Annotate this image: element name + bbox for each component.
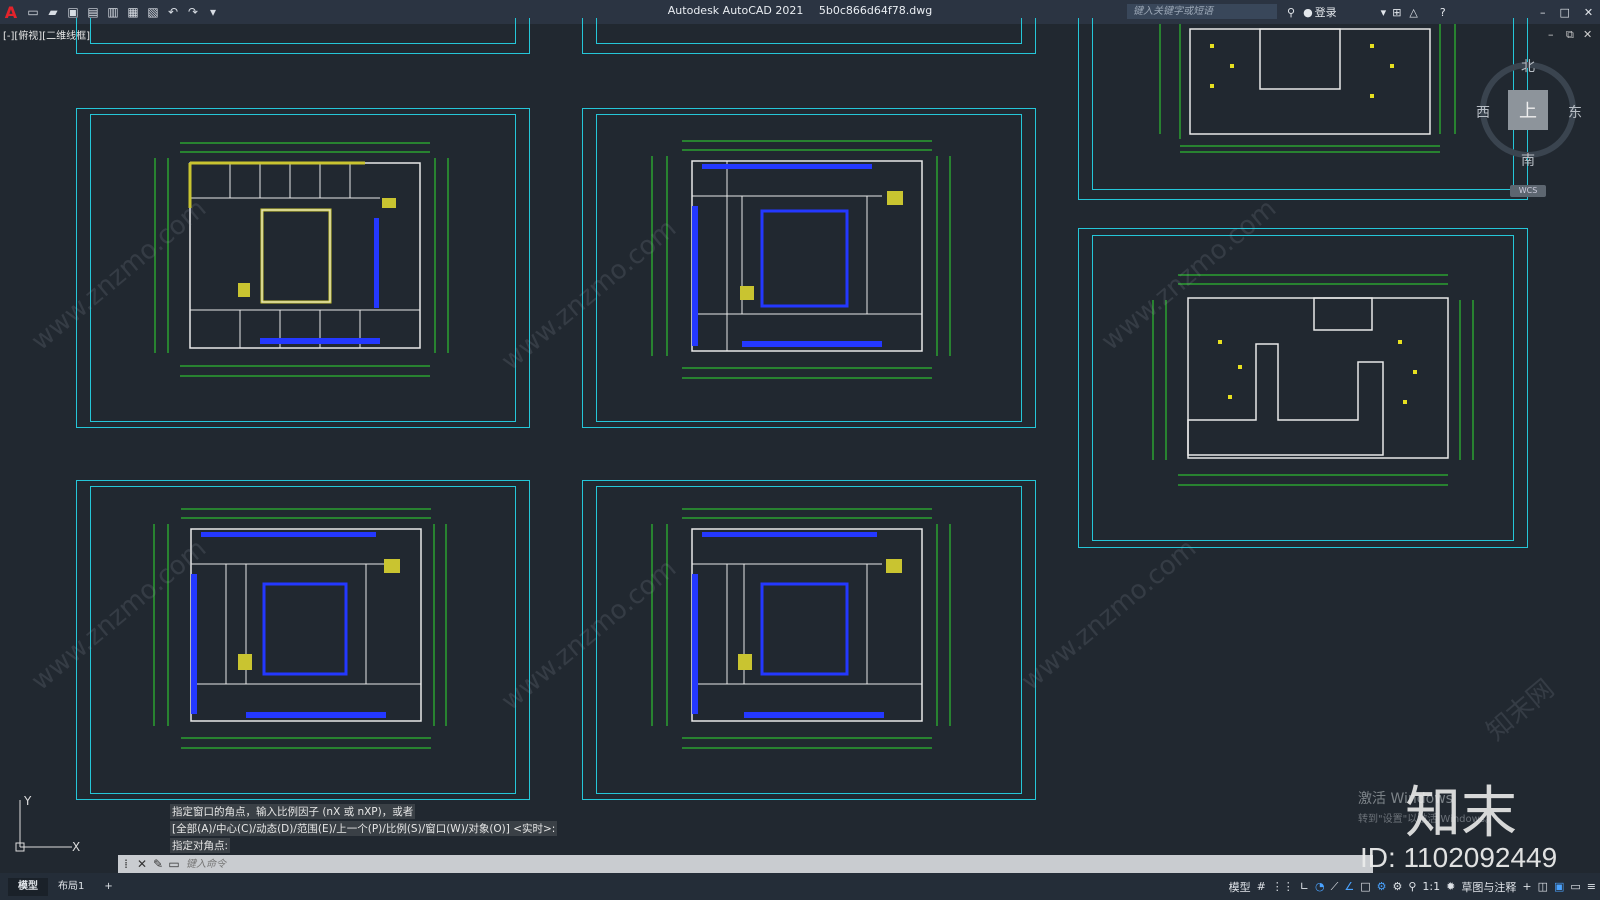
tab-model[interactable]: 模型 (8, 877, 48, 896)
viewport-restore-icon[interactable]: ⧉ (1566, 28, 1574, 42)
add-icon[interactable]: + (1522, 880, 1531, 893)
command-line: ⁞ ✕ ✎ ▭ (118, 855, 1373, 873)
view-cube[interactable]: 上 北 南 东 西 (1476, 59, 1582, 169)
brand-watermark: 知末 (1405, 781, 1517, 846)
ucs-icon: Y X (15, 795, 80, 854)
help-search-input[interactable]: 键入关键字或短语 (1127, 4, 1277, 19)
snap-icon[interactable]: ⋮⋮ (1272, 880, 1294, 893)
drawing-sheet-inner-frame (90, 18, 516, 44)
hardware-acceleration-icon[interactable]: ▣ (1554, 880, 1564, 893)
command-history-line: [全部(A)/中心(C)/动态(D)/范围(E)/上一个(P)/比例(S)/窗口… (170, 821, 558, 836)
close-icon[interactable]: ✕ (1584, 6, 1593, 19)
maximize-icon[interactable]: □ (1560, 6, 1570, 19)
status-bar: 模型 布局1 + 模型 # ⋮⋮ ∟ ◔ ⟋ ∠ □ ⚙ ⚙ ⚲ 1:1 ✹ 草… (0, 873, 1600, 900)
autocad-logo-icon[interactable]: A (0, 0, 22, 24)
clean-screen-icon[interactable]: ▭ (1570, 880, 1580, 893)
new-file-icon[interactable]: ▭ (24, 3, 42, 21)
annotation-visibility-icon[interactable]: ⚙ (1377, 880, 1387, 893)
minimize-icon[interactable]: – (1540, 6, 1546, 19)
floor-plan-drawing (1159, 24, 1456, 153)
object-snap-icon[interactable]: □ (1360, 880, 1370, 893)
drawing-sheet-inner-frame (596, 18, 1022, 44)
annotation-scale-value[interactable]: 1:1 (1422, 880, 1440, 893)
compass-west-label[interactable]: 西 (1476, 102, 1490, 122)
compass-east-label[interactable]: 东 (1568, 102, 1582, 122)
app-name: Autodesk AutoCAD 2021 (667, 4, 804, 17)
tab-layout1[interactable]: 布局1 (48, 878, 94, 896)
viewport-minimize-icon[interactable]: – (1548, 28, 1554, 41)
compass-south-label[interactable]: 南 (1521, 150, 1535, 170)
floor-plan-drawing (651, 508, 951, 749)
command-history-line: 指定窗口的角点，输入比例因子 (nX 或 nXP)，或者 (170, 804, 416, 819)
window-controls: – □ ✕ (1540, 0, 1593, 24)
svg-text:X: X (72, 840, 80, 854)
floor-plan-drawing (651, 140, 951, 379)
cart-icon[interactable]: ⊞ (1392, 6, 1401, 19)
viewport-close-icon[interactable]: ✕ (1583, 28, 1592, 41)
workspace-switch[interactable]: 草图与注释 (1461, 879, 1516, 895)
svg-text:Y: Y (23, 795, 32, 808)
floor-plan-drawing (154, 142, 449, 377)
compass-north-label[interactable]: 北 (1521, 56, 1535, 76)
workspace-gear-icon[interactable]: ✹ (1446, 880, 1455, 893)
id-watermark: ID: 1102092449 (1360, 842, 1558, 873)
isolate-objects-icon[interactable]: ◫ (1538, 880, 1548, 893)
isometric-icon[interactable]: ⟋ (1331, 880, 1339, 894)
floor-plan-drawing (153, 508, 447, 749)
polar-tracking-icon[interactable]: ◔ (1315, 880, 1325, 893)
object-snap-tracking-icon[interactable]: ∠ (1344, 880, 1354, 893)
customize-wrench-icon[interactable]: ✎ (150, 857, 166, 871)
floor-plan-drawing (1152, 274, 1474, 486)
close-icon[interactable]: ✕ (134, 857, 150, 871)
add-layout-button[interactable]: + (94, 878, 122, 896)
auto-scale-icon[interactable]: ⚙ (1392, 880, 1402, 893)
command-history-line: 指定对角点: (170, 838, 231, 853)
customization-menu-icon[interactable]: ≡ (1587, 880, 1596, 893)
login-dropdown-icon[interactable]: ▾ (1381, 6, 1387, 19)
view-cube-top-face[interactable]: 上 (1508, 90, 1548, 130)
command-line-grip-icon[interactable]: ⁞ (118, 857, 134, 871)
grid-icon[interactable]: # (1257, 880, 1266, 893)
ortho-icon[interactable]: ∟ (1300, 880, 1309, 893)
annotation-scale-icon[interactable]: ⚲ (1408, 880, 1416, 893)
command-input[interactable] (182, 856, 590, 872)
user-icon: ● (1303, 5, 1313, 19)
file-name: 5b0c866d64f78.dwg (818, 4, 933, 17)
help-icon[interactable]: ? (1440, 6, 1446, 19)
a360-icon[interactable]: △ (1409, 6, 1417, 19)
recent-commands-icon[interactable]: ▭ (166, 857, 182, 871)
model-space-button[interactable]: 模型 (1229, 879, 1251, 895)
status-tools: 模型 # ⋮⋮ ∟ ◔ ⟋ ∠ □ ⚙ ⚙ ⚲ 1:1 ✹ 草图与注释 + ◫ … (1229, 873, 1596, 900)
search-icon[interactable]: ⚲ (1287, 6, 1295, 19)
wcs-menu[interactable]: WCS (1510, 185, 1546, 197)
open-folder-icon[interactable]: ▰ (44, 3, 62, 21)
